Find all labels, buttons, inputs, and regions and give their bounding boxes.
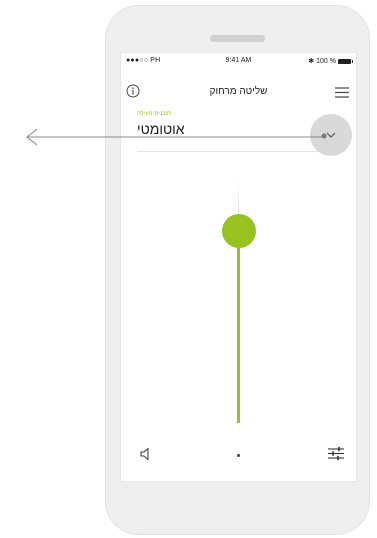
phone-speaker [210,35,265,42]
program-divider [137,151,342,152]
chevron-down-icon [326,132,336,138]
battery-icon [338,58,353,64]
info-icon[interactable] [126,84,140,98]
phone-frame: ●●●○○ PH 9:41 AM ✱ 100 % שליטה מרחוק תוכ… [105,5,370,535]
volume-fill [237,229,240,423]
program-selector[interactable]: אוטומטי [137,121,185,137]
program-dropdown-button[interactable] [310,114,352,156]
program-caption: תוכנית פעילה [137,111,172,117]
app-screen: ●●●○○ PH 9:41 AM ✱ 100 % שליטה מרחוק תוכ… [120,52,357,482]
battery-group: ✱ 100 % [308,57,353,65]
page-title: שליטה מרחוק [209,86,268,97]
volume-slider-knob[interactable] [222,214,256,248]
canvas: ●●●○○ PH 9:41 AM ✱ 100 % שליטה מרחוק תוכ… [0,0,377,538]
sliders-icon[interactable] [328,446,344,461]
bluetooth-icon: ✱ [308,58,315,65]
page-dot [237,454,240,457]
battery-text: 100 % [316,57,336,65]
app-header: שליטה מרחוק [121,75,356,105]
status-bar: ●●●○○ PH 9:41 AM ✱ 100 % [121,53,356,67]
hamburger-menu-icon[interactable] [335,87,349,98]
bottom-toolbar [121,441,356,469]
speaker-icon[interactable] [139,447,153,461]
